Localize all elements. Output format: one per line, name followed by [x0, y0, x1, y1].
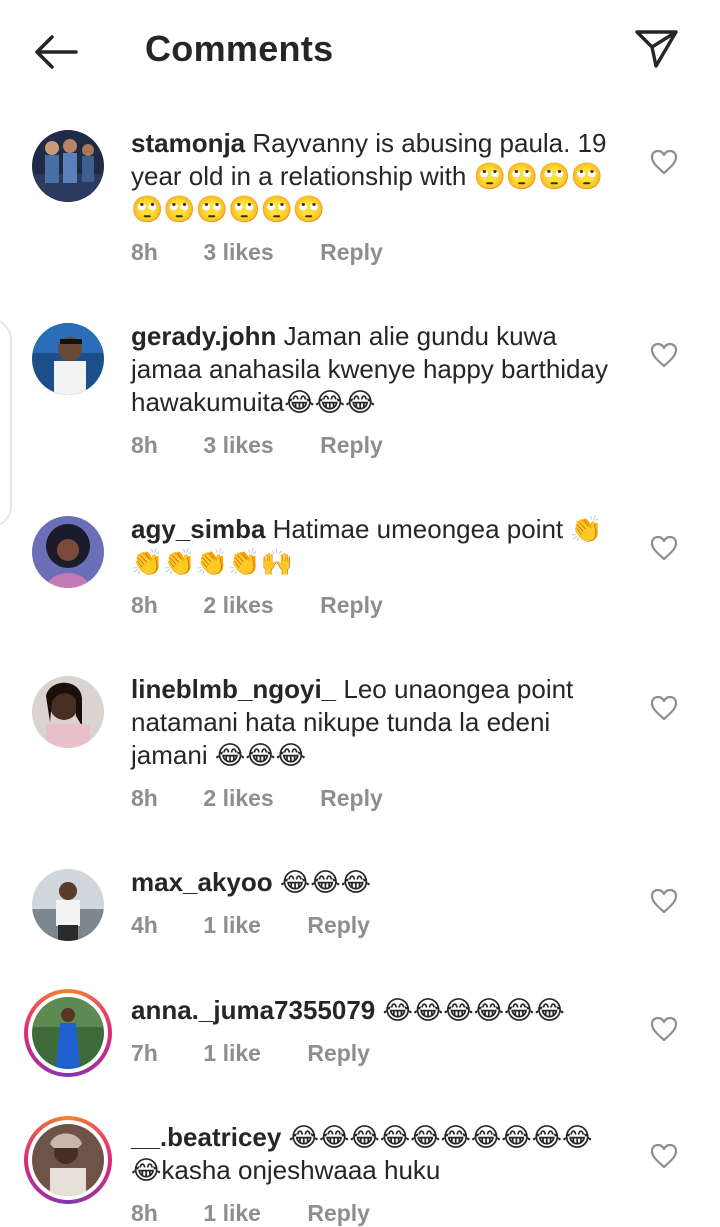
comment-body: stamonja Rayvanny is abusing paula. 19 y… — [131, 127, 621, 226]
comment-text: 😂😂😂😂😂😂 — [382, 995, 565, 1025]
reply-button[interactable]: Reply — [320, 592, 383, 619]
comment-body: anna._juma7355079 😂😂😂😂😂😂 — [131, 994, 621, 1027]
comment-body: lineblmb_ngoyi_ Leo unaongea point natam… — [131, 673, 621, 772]
comment-meta: 4h 1 like Reply — [131, 912, 370, 939]
comment-time: 4h — [131, 912, 158, 938]
heart-icon[interactable] — [650, 342, 678, 368]
comment-time: 8h — [131, 432, 158, 458]
story-avatar[interactable] — [24, 1116, 112, 1204]
comment-meta: 8h 3 likes Reply — [131, 432, 383, 459]
heart-icon[interactable] — [650, 149, 678, 175]
heart-icon[interactable] — [650, 888, 678, 914]
comment-username[interactable]: stamonja — [131, 128, 245, 158]
reply-button[interactable]: Reply — [307, 1200, 370, 1227]
comment-username[interactable]: gerady.john — [131, 321, 276, 351]
comment-username[interactable]: __.beatricey — [131, 1122, 281, 1152]
comment-meta: 8h 1 like Reply — [131, 1200, 370, 1227]
avatar[interactable] — [32, 323, 104, 395]
reply-button[interactable]: Reply — [307, 1040, 370, 1067]
comment-likes[interactable]: 3 likes — [203, 239, 273, 266]
comment-meta: 8h 2 likes Reply — [131, 592, 383, 619]
heart-icon[interactable] — [650, 1016, 678, 1042]
comment-likes[interactable]: 1 like — [203, 912, 261, 939]
comment-likes[interactable]: 3 likes — [203, 432, 273, 459]
heart-icon[interactable] — [650, 535, 678, 561]
story-avatar[interactable] — [24, 989, 112, 1077]
comment-meta: 8h 2 likes Reply — [131, 785, 383, 812]
comment-likes[interactable]: 1 like — [203, 1040, 261, 1067]
reply-button[interactable]: Reply — [320, 432, 383, 459]
heart-icon[interactable] — [650, 695, 678, 721]
avatar[interactable] — [32, 676, 104, 748]
comment-time: 8h — [131, 1200, 158, 1226]
comment-list: stamonja Rayvanny is abusing paula. 19 y… — [0, 0, 720, 1227]
comment-time: 8h — [131, 592, 158, 618]
comment-likes[interactable]: 1 like — [203, 1200, 261, 1227]
comment-body: gerady.john Jaman alie gundu kuwa jamaa … — [131, 320, 621, 419]
comment-time: 7h — [131, 1040, 158, 1066]
comment-username[interactable]: agy_simba — [131, 514, 265, 544]
comment-body: max_akyoo 😂😂😂 — [131, 866, 621, 899]
comment-likes[interactable]: 2 likes — [203, 785, 273, 812]
comment-meta: 7h 1 like Reply — [131, 1040, 370, 1067]
comment-body: agy_simba Hatimae umeongea point 👏👏👏👏👏🙌 — [131, 513, 621, 579]
reply-button[interactable]: Reply — [320, 785, 383, 812]
comment-text: 😂😂😂 — [279, 867, 372, 897]
comment-meta: 8h 3 likes Reply — [131, 239, 383, 266]
comment-likes[interactable]: 2 likes — [203, 592, 273, 619]
avatar[interactable] — [32, 516, 104, 588]
avatar[interactable] — [32, 869, 104, 941]
comment-username[interactable]: lineblmb_ngoyi_ — [131, 674, 336, 704]
avatar[interactable] — [32, 130, 104, 202]
heart-icon[interactable] — [650, 1143, 678, 1169]
comment-username[interactable]: max_akyoo — [131, 867, 273, 897]
reply-button[interactable]: Reply — [307, 912, 370, 939]
comment-username[interactable]: anna._juma7355079 — [131, 995, 375, 1025]
comment-body: __.beatricey 😂😂😂😂😂😂😂😂😂😂😂kasha onjeshwaaa… — [131, 1121, 621, 1187]
reply-button[interactable]: Reply — [320, 239, 383, 266]
comment-time: 8h — [131, 239, 158, 265]
comment-time: 8h — [131, 785, 158, 811]
